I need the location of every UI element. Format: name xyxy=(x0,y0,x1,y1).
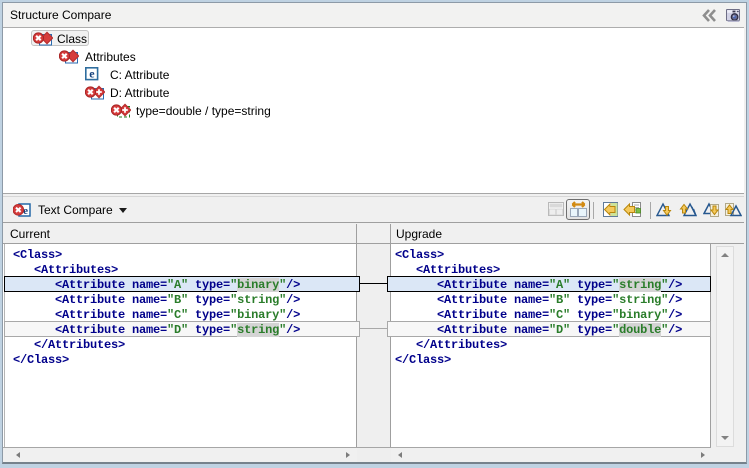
svg-text:e: e xyxy=(89,67,95,81)
